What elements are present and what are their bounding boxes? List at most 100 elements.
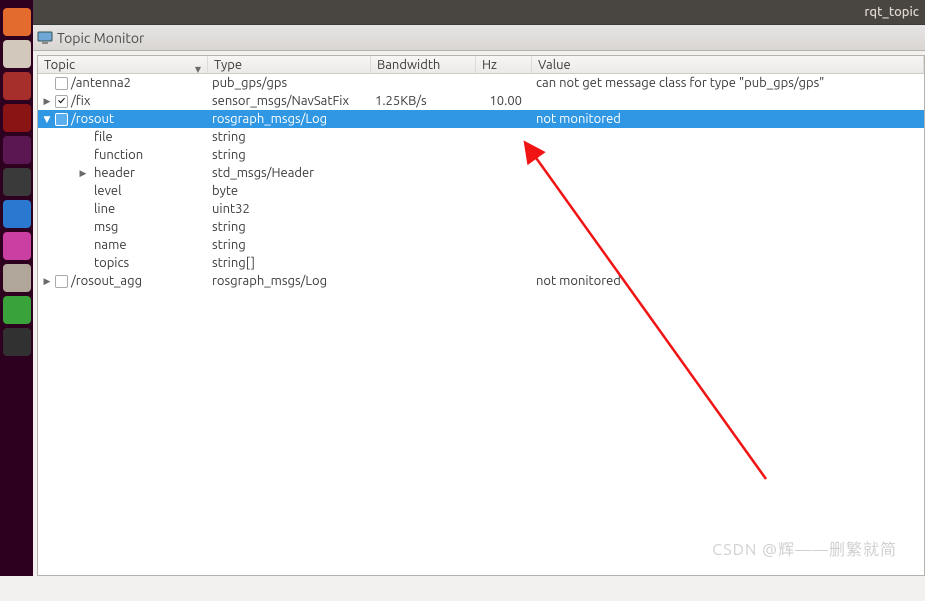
- cell-type: string: [208, 128, 371, 146]
- launcher: [0, 0, 33, 576]
- launcher-item-5[interactable]: [3, 168, 31, 196]
- cell-val: [532, 182, 924, 200]
- launcher-item-10[interactable]: [3, 328, 31, 356]
- cell-val: [532, 200, 924, 218]
- cell-hz: [476, 200, 532, 218]
- table-row[interactable]: ▶ /rosout_agg rosgraph_msgs/Log not monitor…: [38, 272, 924, 290]
- cell-val: [532, 254, 924, 272]
- watermark: CSDN @辉——删繁就简: [712, 536, 897, 560]
- cell-val: [532, 164, 924, 182]
- launcher-item-6[interactable]: [3, 200, 31, 228]
- monitor-checkbox[interactable]: [55, 275, 68, 288]
- launcher-item-0[interactable]: [3, 8, 31, 36]
- cell-bw: [371, 236, 476, 254]
- cell-val: [532, 218, 924, 236]
- cell-hz: [476, 254, 532, 272]
- chevron-right-icon[interactable]: ▶: [78, 164, 88, 182]
- cell-bw: [371, 200, 476, 218]
- chevron-right-icon[interactable]: ▶: [42, 92, 52, 110]
- cell-val: [532, 128, 924, 146]
- cell-val: [532, 92, 924, 110]
- cell-hz: [476, 182, 532, 200]
- topic-monitor-window: Topic Monitor Topic▼ Type Bandwidth Hz V…: [33, 24, 925, 576]
- cell-type: rosgraph_msgs/Log: [208, 272, 371, 290]
- col-bandwidth[interactable]: Bandwidth: [371, 56, 476, 73]
- monitor-checkbox[interactable]: [55, 95, 68, 108]
- table-row[interactable]: ▶ header std_msgs/Header: [38, 164, 924, 182]
- col-value[interactable]: Value: [532, 56, 924, 73]
- cell-hz: [476, 128, 532, 146]
- launcher-item-7[interactable]: [3, 232, 31, 260]
- cell-bw: [371, 272, 476, 290]
- topic-name: /rosout: [71, 110, 114, 128]
- topic-name: header: [94, 164, 135, 182]
- cell-bw: [371, 182, 476, 200]
- topic-name: name: [94, 236, 127, 254]
- table-row[interactable]: topicsstring[]: [38, 254, 924, 272]
- menubar: rqt_topic: [33, 0, 925, 24]
- topic-name: /fix: [71, 92, 90, 110]
- launcher-item-4[interactable]: [3, 136, 31, 164]
- cell-bw: [371, 218, 476, 236]
- cell-type: string: [208, 146, 371, 164]
- launcher-item-3[interactable]: [3, 104, 31, 132]
- table-row[interactable]: ▼ /rosout rosgraph_msgs/Log not monitored: [38, 110, 924, 128]
- table-row[interactable]: lineuint32: [38, 200, 924, 218]
- chevron-down-icon[interactable]: ▼: [42, 110, 52, 128]
- cell-hz: 10.00: [476, 92, 532, 110]
- topic-name: file: [94, 128, 113, 146]
- cell-type: pub_gps/gps: [208, 74, 371, 92]
- cell-bw: [371, 146, 476, 164]
- sort-indicator-icon: ▼: [195, 61, 201, 73]
- menubar-title: rqt_topic: [864, 5, 919, 19]
- launcher-item-9[interactable]: [3, 296, 31, 324]
- launcher-item-1[interactable]: [3, 40, 31, 68]
- cell-hz: [476, 236, 532, 254]
- monitor-icon: [37, 31, 53, 45]
- cell-type: string[]: [208, 254, 371, 272]
- topic-name: /antenna2: [71, 74, 131, 92]
- topic-name: function: [94, 146, 143, 164]
- table-row[interactable]: /antenna2 pub_gps/gps can not get message …: [38, 74, 924, 92]
- col-type[interactable]: Type: [208, 56, 371, 73]
- cell-bw: 1.25KB/s: [371, 92, 476, 110]
- cell-hz: [476, 74, 532, 92]
- col-hz[interactable]: Hz: [476, 56, 532, 73]
- cell-hz: [476, 272, 532, 290]
- cell-val: can not get message class for type "pub_…: [532, 74, 924, 92]
- cell-val: not monitored: [532, 272, 924, 290]
- table-row[interactable]: msg string: [38, 218, 924, 236]
- topic-name: /rosout_agg: [71, 272, 142, 290]
- cell-val: [532, 236, 924, 254]
- cell-hz: [476, 218, 532, 236]
- col-topic[interactable]: Topic▼: [38, 56, 208, 73]
- cell-type: string: [208, 218, 371, 236]
- table-row[interactable]: name string: [38, 236, 924, 254]
- topic-name: level: [94, 182, 121, 200]
- cell-hz: [476, 164, 532, 182]
- topic-name: line: [94, 200, 115, 218]
- launcher-item-8[interactable]: [3, 264, 31, 292]
- topic-name: msg: [94, 218, 118, 236]
- cell-type: std_msgs/Header: [208, 164, 371, 182]
- table-row[interactable]: function string: [38, 146, 924, 164]
- cell-type: rosgraph_msgs/Log: [208, 110, 371, 128]
- cell-bw: [371, 74, 476, 92]
- cell-bw: [371, 128, 476, 146]
- table-row[interactable]: file string: [38, 128, 924, 146]
- window-title: Topic Monitor: [57, 30, 144, 46]
- cell-type: byte: [208, 182, 371, 200]
- chevron-right-icon[interactable]: ▶: [42, 272, 52, 290]
- monitor-checkbox[interactable]: [55, 77, 68, 90]
- cell-type: string: [208, 236, 371, 254]
- monitor-checkbox[interactable]: [55, 113, 68, 126]
- launcher-item-2[interactable]: [3, 72, 31, 100]
- cell-val: not monitored: [532, 110, 924, 128]
- window-titlebar: Topic Monitor: [33, 25, 925, 51]
- cell-bw: [371, 164, 476, 182]
- table-row[interactable]: ▶/fixsensor_msgs/NavSatFix1.25KB/s10.00: [38, 92, 924, 110]
- table-row[interactable]: level byte: [38, 182, 924, 200]
- column-headers: Topic▼ Type Bandwidth Hz Value: [38, 56, 924, 74]
- cell-hz: [476, 146, 532, 164]
- cell-bw: [371, 254, 476, 272]
